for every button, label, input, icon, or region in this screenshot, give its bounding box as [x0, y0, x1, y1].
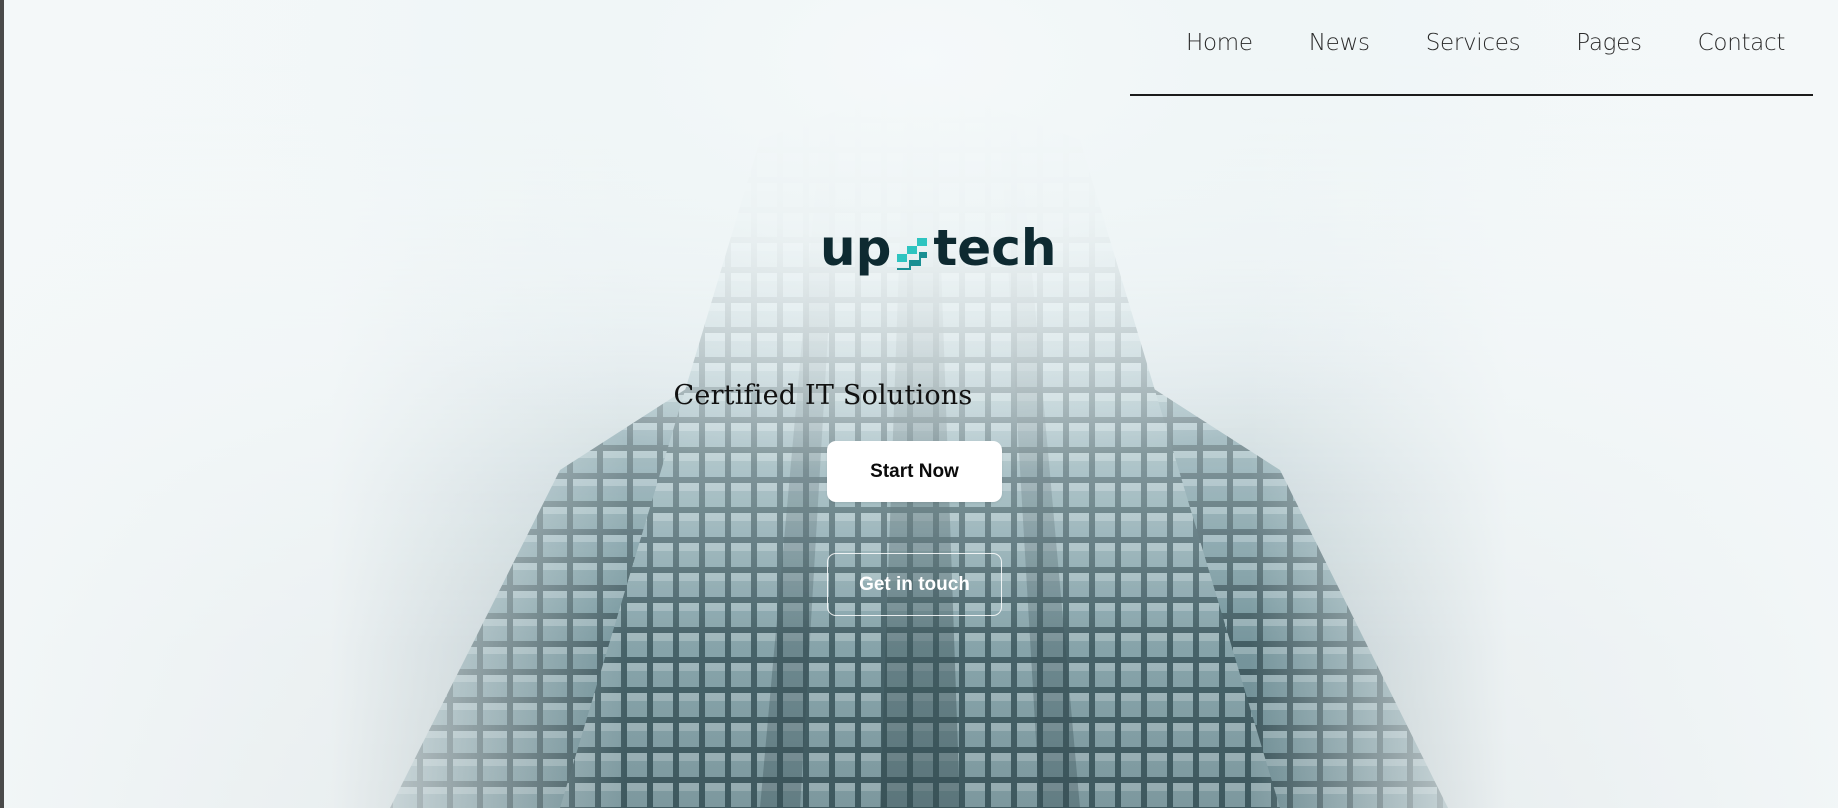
nav-item-services[interactable]: Services — [1426, 30, 1521, 56]
start-now-button[interactable]: Start Now — [827, 441, 1002, 502]
nav-item-pages[interactable]: Pages — [1576, 30, 1642, 56]
get-in-touch-button[interactable]: Get in touch — [827, 553, 1002, 616]
upstairs-logo-mark-icon — [897, 238, 928, 270]
logo-text-up: up — [820, 219, 892, 277]
nav-items: Home News Services Pages Contact — [1186, 30, 1785, 56]
hero-tagline-text: Certified IT Solutions — [673, 380, 973, 411]
logo-text-tech: tech — [933, 219, 1057, 277]
main-navigation: Home News Services Pages Contact — [1130, 0, 1813, 96]
nav-item-contact[interactable]: Contact — [1698, 30, 1786, 56]
nav-item-home[interactable]: Home — [1186, 30, 1253, 56]
page: Home News Services Pages Contact up tech… — [0, 0, 1838, 808]
hero-tagline: Certified IT Solutions — [0, 380, 1838, 411]
nav-item-news[interactable]: News — [1309, 30, 1370, 56]
site-logo[interactable]: up tech — [820, 218, 1056, 278]
